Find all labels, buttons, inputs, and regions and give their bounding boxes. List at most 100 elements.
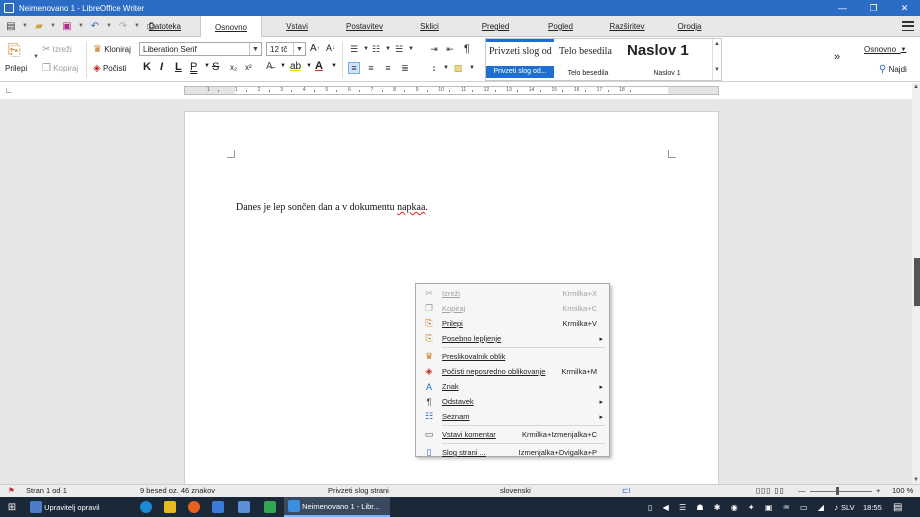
chevron-down-icon[interactable]: ▼ [331,63,337,69]
copy-button[interactable]: ❐ Kopiraj [42,63,78,74]
tab-sklici[interactable]: Sklici [397,16,462,37]
menu-item-list[interactable]: ☷ Seznam ▸ [416,409,609,424]
justify-icon[interactable]: ≣ [399,62,411,74]
input-language[interactable]: SLV [841,497,855,517]
bold-button[interactable]: K [143,61,151,73]
zoom-out-icon[interactable]: — [798,486,806,495]
menu-item-paragraph[interactable]: ¶ Odstavek ▸ [416,394,609,409]
task-manager-button[interactable]: Upravitelj opravil [30,497,130,517]
tab-stop-icon[interactable]: ∟ [5,86,13,95]
selection-mode-icon[interactable]: ⊏I [622,486,630,495]
tab-razsiritev[interactable]: Razširitev [592,16,662,37]
menu-item-character[interactable]: A Znak ▸ [416,379,609,394]
align-right-icon[interactable]: ≡ [382,62,394,74]
chevron-down-icon[interactable]: ▼ [249,43,261,55]
zoom-in-icon[interactable]: + [876,486,880,495]
vertical-scrollbar[interactable]: ▲ ▼ [912,83,920,484]
cut-button[interactable]: ✂ Izreži [42,44,72,55]
maximize-button[interactable]: ❐ [858,0,889,16]
chevron-down-icon[interactable]: ▼ [22,23,28,29]
zoom-slider[interactable] [810,491,872,492]
close-button[interactable]: ✕ [889,0,920,16]
tab-datoteka[interactable]: Datoteka [130,16,200,37]
chevron-down-icon[interactable]: ▼ [33,54,39,60]
paste-button[interactable]: Prilepi [5,64,27,73]
menu-item-paste-special[interactable]: ⎘ Posebno lepljenje ▸ [416,331,609,346]
system-tray[interactable]: ▯ ◀ ☰ ☗ ✱ ◉ ✦ ▣ ♒ ▭ ◢ ♪ [648,497,842,517]
taskbar-app[interactable] [188,497,200,517]
chevron-down-icon[interactable]: ▼ [78,23,84,29]
text-outline-icon[interactable]: A̶ [266,61,273,72]
open-folder-icon[interactable]: ▰ [31,19,47,33]
view-layout-icon[interactable]: ▯▯▯ ▯▯ [756,486,785,495]
subscript-button[interactable]: x₂ [230,63,237,72]
more-button[interactable]: » [834,51,840,63]
page-count[interactable]: Stran 1 od 1 [26,486,67,495]
zoom-level[interactable]: 100 % [892,486,913,495]
chevron-down-icon[interactable]: ▼ [440,62,452,74]
menu-icon[interactable] [902,20,914,32]
chevron-down-icon[interactable]: ▼ [466,62,478,74]
tab-pregled[interactable]: Pregled [462,16,529,37]
superscript-button[interactable]: x² [245,63,252,72]
decrease-indent-icon[interactable]: ⇤ [444,43,456,55]
tab-postavitev[interactable]: Postavitev [332,16,397,37]
strikethrough-button[interactable]: S [212,61,219,73]
font-color-icon[interactable]: A [315,60,323,72]
chevron-down-icon[interactable]: ▼ [204,63,210,69]
paste-icon[interactable]: ⎘ [8,42,21,60]
menu-item-clone[interactable]: ♛ Preslikovalnik oblik [416,349,609,364]
shrink-font-button[interactable]: A ↓ [326,43,335,53]
taskbar-app[interactable] [264,497,276,517]
word-count[interactable]: 9 besed oz. 46 znakov [140,486,215,495]
menu-item-copy[interactable]: ❐ Kopiraj Krmilka+C [416,301,609,316]
taskbar-app[interactable] [164,497,176,517]
start-button[interactable]: ⊞ [6,497,18,517]
tab-vstavi[interactable]: Vstavi [262,16,332,37]
menu-item-cut[interactable]: ✂ Izreži Krmilka+X [416,286,609,301]
increase-indent-icon[interactable]: ⇥ [428,43,440,55]
clear-formatting-button[interactable]: ◈ Počisti [93,63,127,74]
font-size-combo[interactable]: 12 tč ▼ [266,42,306,56]
styles-scroll[interactable]: ▲ ▼ [712,39,721,80]
chevron-down-icon[interactable]: ▼ [280,63,286,69]
misspelled-word[interactable]: napkaa [397,202,425,213]
menu-item-paste[interactable]: ⎘ Prilepi Krmilka+V [416,316,609,331]
grow-font-button[interactable]: A ↑ [310,43,320,54]
outline-list-icon[interactable]: ☱ [393,43,405,55]
taskbar-app[interactable] [238,497,250,517]
line-spacing-icon[interactable]: ↕ [428,62,440,74]
chevron-down-icon[interactable]: ▼ [106,23,112,29]
underline-button[interactable]: L [175,61,182,73]
chevron-down-icon[interactable]: ▼ [405,43,417,55]
scroll-down-icon[interactable]: ▼ [912,477,920,483]
style-body-text[interactable]: Telo besedila Telo besedila [556,39,620,80]
basic-mode-button[interactable]: Osnovno ▼ [864,45,906,54]
chevron-down-icon[interactable]: ▼ [50,23,56,29]
notification-icon[interactable]: ▤ [893,497,902,517]
menu-item-page-style[interactable]: ▯ Slog strani ... Izmenjalka+Dvigalka+P [416,445,609,460]
minimize-button[interactable]: — [827,0,858,16]
font-name-combo[interactable]: Liberation Serif ▼ [139,42,262,56]
new-document-icon[interactable]: ▤ [3,19,19,33]
style-default[interactable]: Privzeti slog od Privzeti slog od... [486,39,554,80]
align-left-icon[interactable]: ≡ [348,62,360,74]
taskbar-app[interactable] [140,497,152,517]
highlight-icon[interactable]: ab [290,61,301,72]
menu-item-comment[interactable]: ▭ Vstavi komentar Krmilka+Izmenjalka+C [416,427,609,442]
find-button[interactable]: ⚲ Najdi [879,64,907,75]
menu-item-clear[interactable]: ◈ Počisti neposredno oblikovanje Krmilka+M [416,364,609,379]
paragraph-background-icon[interactable]: ▨ [452,62,464,74]
tab-orodja[interactable]: Orodja [662,16,717,37]
undo-icon[interactable]: ↶ [87,19,103,33]
save-icon[interactable]: ▣ [59,19,75,33]
align-center-icon[interactable]: ≡ [365,62,377,74]
chevron-down-icon[interactable]: ▼ [306,63,312,69]
style-heading-1[interactable]: Naslov 1 Naslov 1 [622,39,712,80]
clock[interactable]: 18:55 [863,497,882,517]
clone-formatting-button[interactable]: ♛ Kloniraj [93,44,131,55]
page-style[interactable]: Privzeti slog strani [328,486,389,495]
chevron-down-icon[interactable]: ▼ [293,43,305,55]
language[interactable]: slovenski [500,486,531,495]
numbering-icon[interactable]: ☷ [370,43,382,55]
